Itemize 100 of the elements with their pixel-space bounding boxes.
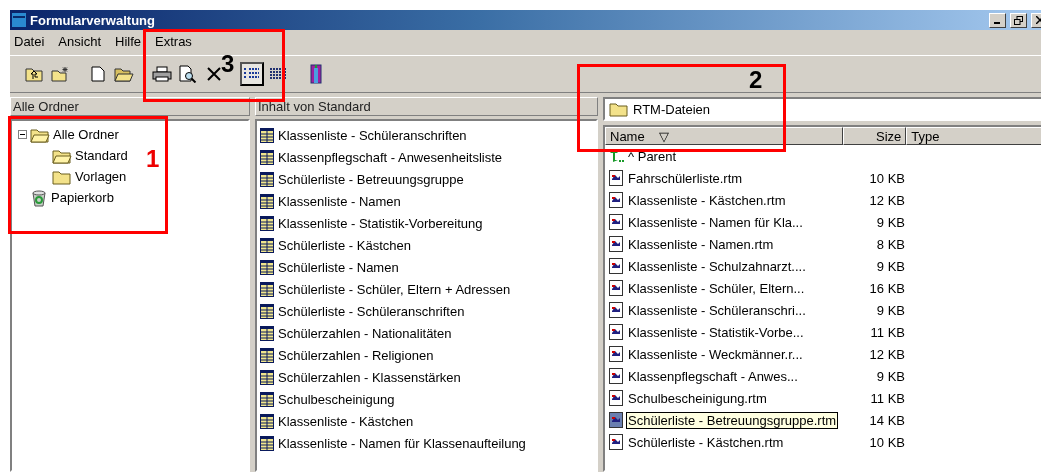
list-item[interactable]: Schülerliste - Schüleranschriften [278, 303, 465, 319]
list-item[interactable]: Klassenliste - Kästchen [278, 413, 414, 429]
pane-header: Alle Ordner [10, 97, 250, 116]
restore-icon [1014, 15, 1023, 25]
file-name[interactable]: Schulbescheinigung.rtm [626, 389, 769, 407]
window-title: Formularverwaltung [30, 12, 156, 28]
document-icon [609, 258, 623, 274]
table-icon [260, 369, 274, 385]
file-size: 9 KB [875, 258, 905, 274]
file-size: 10 KB [868, 170, 905, 186]
menu-item[interactable]: Hilfe [115, 34, 141, 49]
table-icon [260, 171, 274, 187]
document-icon [609, 214, 623, 230]
file-size: 9 KB [875, 214, 905, 230]
table-icon [260, 215, 274, 231]
document-icon [609, 390, 623, 406]
document-icon [609, 434, 623, 450]
folder-dropdown[interactable]: RTM-Dateien [603, 97, 1041, 121]
minus-icon [20, 132, 25, 137]
file-name[interactable]: Klassenliste - Schulzahnarzt.... [626, 257, 808, 275]
collapse-toggle[interactable] [18, 130, 27, 139]
list-item[interactable]: Schulbescheinigung [278, 391, 395, 407]
menu-item[interactable]: Extras [155, 34, 192, 49]
file-size: 14 KB [868, 412, 905, 428]
file-size: 11 KB [869, 390, 905, 406]
file-name[interactable]: Klassenliste - Kästchen.rtm [626, 191, 788, 209]
parent-arrow-icon [609, 149, 625, 163]
list-item[interactable]: Schülerliste - Schüler, Eltern + Adressen [278, 281, 511, 297]
document-icon [609, 346, 623, 362]
file-size: 10 KB [868, 434, 905, 450]
menu-item[interactable]: Datei [14, 34, 45, 49]
table-icon [260, 413, 274, 429]
annotation-number: 3 [221, 50, 235, 78]
close-icon [1035, 16, 1041, 24]
file-size: 9 KB [875, 302, 905, 318]
document-icon [609, 192, 623, 208]
list-item[interactable]: Klassenliste - Schüleranschriften [278, 127, 467, 143]
column-header[interactable]: Type [906, 127, 1041, 145]
file-size: 9 KB [875, 368, 905, 384]
file-name[interactable]: Klassenliste - Weckmänner.r... [626, 345, 805, 363]
minimize-button[interactable] [989, 12, 1006, 28]
table-icon [260, 347, 274, 363]
folder-icon [52, 168, 72, 185]
open-folder-icon [30, 126, 50, 143]
table-icon [260, 237, 274, 253]
list-item[interactable]: Schülerliste - Namen [278, 259, 399, 275]
folder-icon [609, 101, 629, 117]
open-folder-icon [52, 147, 72, 164]
list-item[interactable]: Klassenliste - Namen [278, 193, 401, 209]
parent-link[interactable]: ^ Parent [628, 148, 676, 164]
document-icon [609, 236, 623, 252]
restore-button[interactable] [1010, 12, 1027, 28]
file-name[interactable]: Klassenpflegschaft - Anwes... [626, 367, 800, 385]
file-name[interactable]: Schülerliste - Betreuungsgruppe.rtm [626, 411, 839, 429]
list-item[interactable]: Klassenliste - Namen für Klassenaufteilung [278, 435, 526, 451]
table-icon [260, 391, 274, 407]
file-size: 12 KB [868, 192, 905, 208]
file-size: 8 KB [875, 236, 905, 252]
menu-item[interactable]: Ansicht [58, 34, 101, 49]
recycle-bin-icon [30, 188, 48, 207]
table-icon [260, 281, 274, 297]
document-icon [609, 302, 623, 318]
annotation-number: 1 [146, 145, 160, 173]
pane-header: Inhalt von Standard [255, 97, 598, 116]
file-name[interactable]: Klassenliste - Schüleranschri... [626, 301, 808, 319]
document-icon [609, 170, 623, 186]
window-icon [12, 13, 26, 27]
list-item[interactable]: Schülerliste - Kästchen [278, 237, 411, 253]
list-item[interactable]: Schülerliste - Betreuungsgruppe [278, 171, 464, 187]
table-icon [260, 303, 274, 319]
details-view-icon[interactable] [240, 62, 264, 86]
file-name[interactable]: Schülerliste - Kästchen.rtm [626, 433, 786, 451]
table-icon [260, 193, 274, 209]
file-name[interactable]: Klassenliste - Statistik-Vorbe... [626, 323, 806, 341]
document-icon [609, 324, 623, 340]
file-name[interactable]: Klassenliste - Schüler, Eltern... [626, 279, 807, 297]
file-name[interactable]: Klassenliste - Namen für Kla... [626, 213, 805, 231]
list-item[interactable]: Klassenliste - Statistik-Vorbereitung [278, 215, 483, 231]
column-header[interactable]: Size [842, 127, 907, 145]
file-name[interactable]: Klassenliste - Namen.rtm [626, 235, 776, 253]
table-icon [260, 259, 274, 275]
document-icon [609, 280, 623, 296]
file-size: 16 KB [868, 280, 905, 296]
file-size: 11 KB [869, 324, 905, 340]
document-icon [609, 412, 623, 428]
table-icon [260, 435, 274, 451]
table-icon [260, 127, 274, 143]
tree-item[interactable]: Standard [75, 148, 128, 163]
table-icon [260, 325, 274, 341]
document-icon [609, 368, 623, 384]
list-item[interactable]: Schülerzahlen - Nationalitäten [278, 325, 452, 341]
file-name[interactable]: Fahrschülerliste.rtm [626, 169, 745, 187]
list-item[interactable]: Klassenpflegschaft - Anwesenheitsliste [278, 149, 502, 165]
list-item[interactable]: Schülerzahlen - Religionen [278, 347, 434, 363]
tree-item[interactable]: Vorlagen [75, 169, 127, 184]
file-size: 12 KB [868, 346, 905, 362]
column-header[interactable]: Name ▽ [605, 127, 843, 145]
tree-item[interactable]: Papierkorb [51, 190, 114, 205]
list-item[interactable]: Schülerzahlen - Klassenstärken [278, 369, 461, 385]
tree-item[interactable]: Alle Ordner [53, 127, 119, 142]
